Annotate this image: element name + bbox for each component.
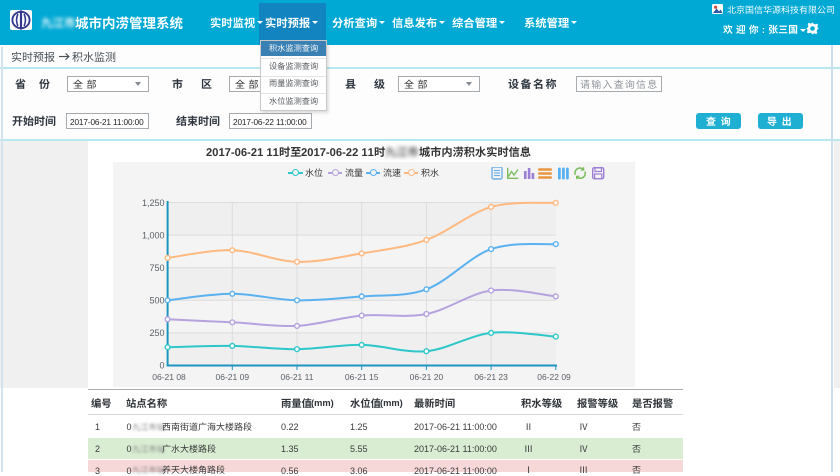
- svg-text:06-21 09: 06-21 09: [216, 372, 250, 382]
- svg-text:1,000: 1,000: [142, 231, 165, 241]
- svg-text:250: 250: [149, 328, 164, 338]
- svg-text:750: 750: [149, 263, 164, 273]
- svg-text:06-21 15: 06-21 15: [345, 372, 379, 382]
- svg-text:06-21 11: 06-21 11: [281, 372, 314, 382]
- svg-text:0: 0: [159, 361, 164, 371]
- svg-text:06-21 08: 06-21 08: [152, 372, 186, 382]
- svg-text:500: 500: [149, 296, 164, 306]
- svg-text:06-21 23: 06-21 23: [474, 372, 508, 382]
- svg-text:1,250: 1,250: [142, 198, 165, 208]
- svg-text:06-21 20: 06-21 20: [410, 372, 444, 382]
- svg-text:06-22 09: 06-22 09: [537, 372, 571, 382]
